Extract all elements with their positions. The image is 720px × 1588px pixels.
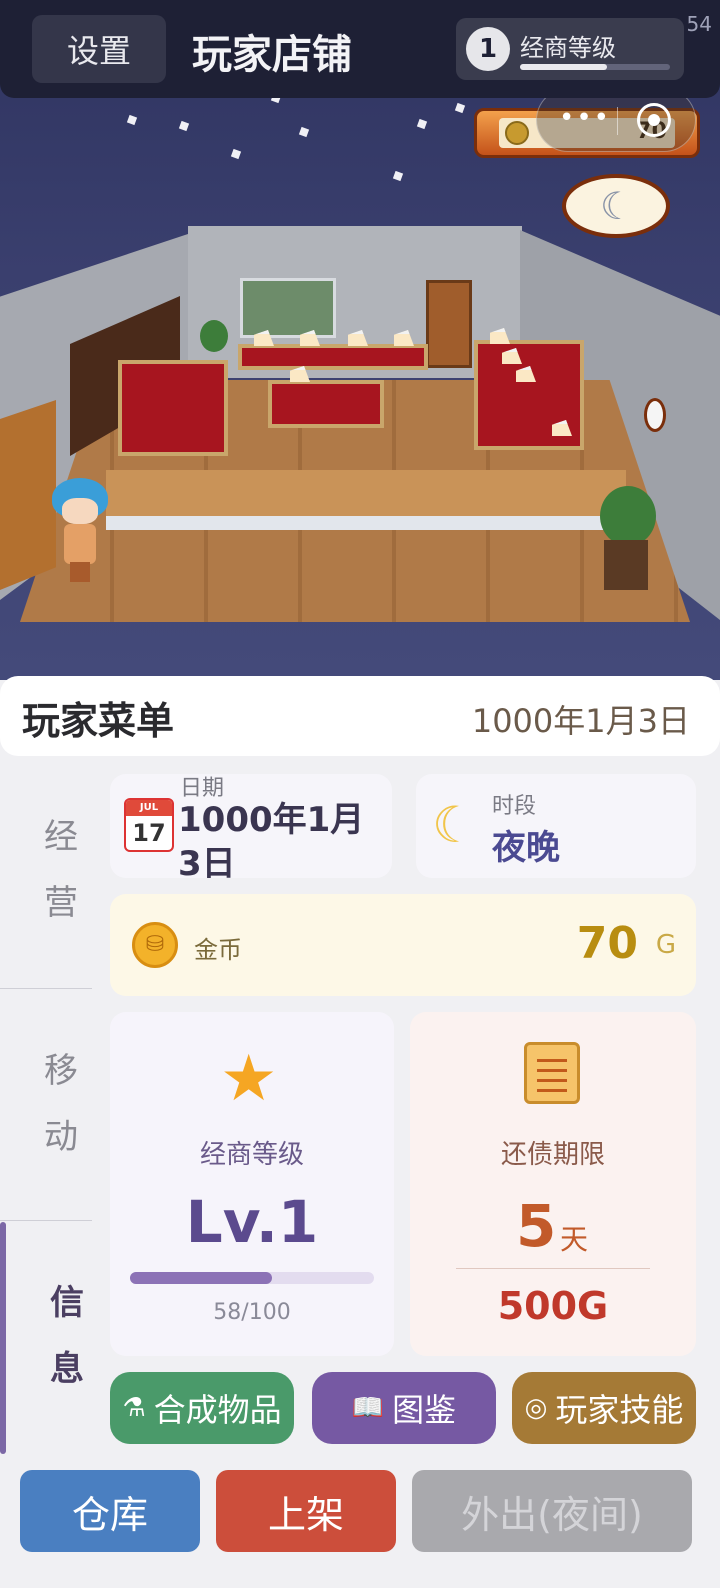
time-sign: ☾ (562, 174, 670, 238)
period-card: ☾ 时段 夜晚 (416, 774, 696, 878)
date-value: 1000年1月3日 (178, 800, 365, 884)
star-icon: ★ (220, 1042, 278, 1116)
sky-star (454, 102, 466, 114)
potted-plant (200, 320, 228, 352)
period-label: 时段 (492, 794, 537, 819)
book-icon: 📖 (351, 1393, 385, 1423)
tab-move[interactable]: 移动 (0, 1038, 124, 1170)
menu-header: 玩家菜单 1000年1月3日 (0, 676, 720, 756)
gold-value: 70 (576, 918, 638, 969)
level-progress-fill (520, 64, 607, 70)
scroll-icon (524, 1042, 580, 1104)
coin-icon (505, 121, 529, 145)
character-legs (70, 562, 90, 582)
side-divider (0, 988, 92, 989)
business-level-progress-text: 58/100 (213, 1300, 291, 1325)
display-table[interactable] (118, 360, 228, 456)
sky-star (298, 126, 310, 138)
gold-label: 金币 (194, 936, 242, 964)
go-out-button[interactable]: 外出(夜间) (412, 1470, 692, 1552)
scroll-line (537, 1089, 567, 1092)
flask-icon: ⚗ (122, 1393, 146, 1423)
character-body (64, 524, 96, 564)
character-face (62, 498, 98, 524)
settings-button[interactable]: 设置 (32, 15, 166, 83)
level-progress-track (520, 64, 670, 70)
debt-divider (456, 1268, 650, 1269)
date-card: JUL 17 日期 1000年1月3日 (110, 774, 392, 884)
tab-business[interactable]: 经营 (0, 804, 124, 936)
debt-deadline-label: 还债期限 (500, 1140, 605, 1170)
debt-days-value: 5 (516, 1192, 557, 1260)
list-for-sale-button[interactable]: 上架 (216, 1470, 396, 1552)
level-chip[interactable]: 1 经商等级 (456, 18, 684, 80)
tab-move-label: 移动 (44, 1051, 78, 1157)
potted-plant (600, 486, 656, 546)
corner-number: 54 (686, 12, 712, 36)
craft-items-button[interactable]: ⚗ 合成物品 (110, 1372, 294, 1444)
calendar-month: JUL (126, 800, 172, 816)
display-table[interactable] (268, 380, 384, 428)
sky-star (230, 148, 242, 160)
tab-info-label: 信息 (50, 1283, 84, 1389)
room-window (240, 278, 336, 338)
moon-icon: ☾ (600, 184, 635, 228)
menu-header-date: 1000年1月3日 (471, 702, 690, 740)
debt-amount: 500G (497, 1284, 609, 1328)
plant-pot (604, 540, 648, 590)
menu-title: 玩家菜单 (22, 699, 175, 743)
page-title: 玩家店铺 (192, 32, 352, 78)
debt-days-unit: 天 (560, 1223, 589, 1256)
sky-star (126, 114, 138, 126)
calendar-icon: JUL 17 (124, 798, 174, 852)
business-level-progress-fill (130, 1272, 272, 1284)
period-value: 夜晚 (492, 828, 560, 868)
top-bar: 设置 玩家店铺 1 经商等级 54 (0, 0, 720, 98)
player-skills-button[interactable]: ◎ 玩家技能 (512, 1372, 696, 1444)
encyclopedia-button[interactable]: 📖 图鉴 (312, 1372, 496, 1444)
game-scene[interactable]: 70 ☾ ••• 设置 玩家店铺 1 经商等级 54 (0, 0, 720, 680)
player-skills-label: 玩家技能 (555, 1391, 684, 1429)
debt-deadline-card: 还债期限 5 天 500G (410, 1012, 696, 1356)
shop-counter[interactable] (106, 470, 626, 530)
business-level-progress-track (130, 1272, 374, 1284)
encyclopedia-label: 图鉴 (392, 1391, 457, 1429)
craft-items-label: 合成物品 (153, 1391, 282, 1429)
back-door[interactable] (426, 280, 472, 368)
scroll-line (537, 1079, 567, 1082)
business-level-value: Lv.1 (185, 1188, 319, 1256)
display-table[interactable] (238, 344, 428, 370)
level-number-badge: 1 (466, 27, 510, 71)
capsule-divider (617, 107, 618, 135)
business-level-label: 经商等级 (199, 1140, 304, 1170)
tab-business-label: 经营 (44, 817, 78, 923)
target-icon: ◎ (524, 1393, 548, 1423)
more-icon[interactable]: ••• (559, 103, 611, 133)
business-level-card: ★ 经商等级 Lv.1 58/100 (110, 1012, 394, 1356)
sky-star (392, 170, 404, 182)
close-target-icon[interactable] (637, 103, 671, 137)
level-label: 经商等级 (520, 34, 616, 62)
moon-icon: ☾ (432, 796, 477, 854)
warehouse-button[interactable]: 仓库 (20, 1470, 200, 1552)
calendar-day: 17 (132, 819, 166, 847)
scroll-line (537, 1069, 567, 1072)
scroll-line (537, 1059, 567, 1062)
wall-clock (644, 398, 666, 432)
side-divider (0, 1220, 92, 1221)
coin-icon: ⛁ (132, 922, 178, 968)
sky-star (178, 120, 190, 132)
gold-unit: G (655, 930, 676, 960)
player-character[interactable] (48, 478, 112, 582)
sky-star (416, 118, 428, 130)
gold-card: ⛁ 金币 70 G (110, 894, 696, 996)
